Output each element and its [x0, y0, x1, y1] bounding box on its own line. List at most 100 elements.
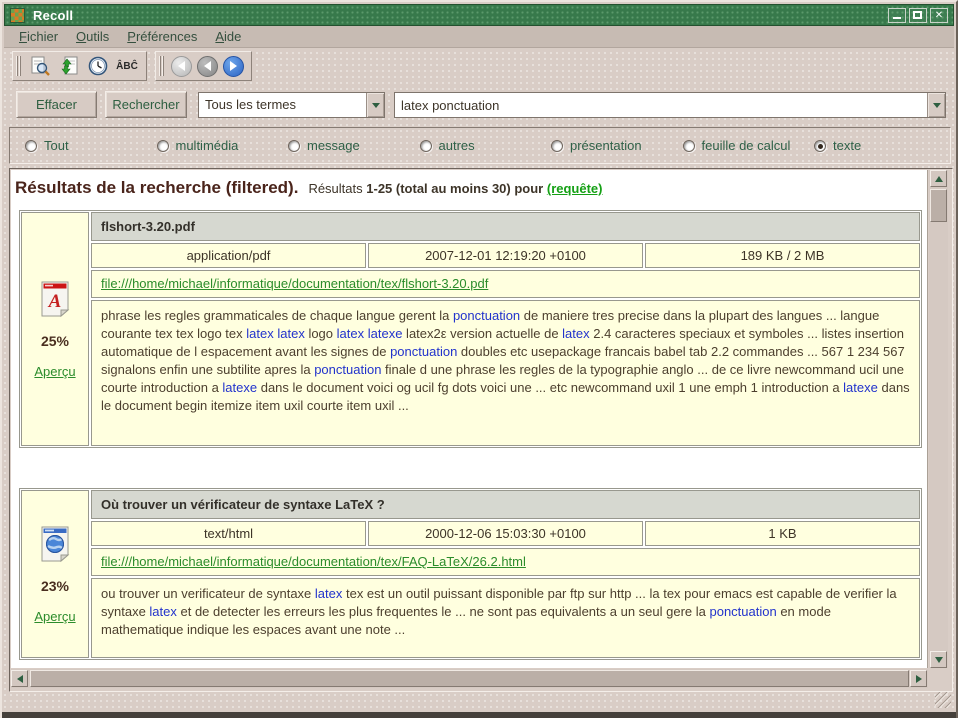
search-mode-select[interactable]: Tous les termes: [198, 92, 385, 118]
results-count: 1-25 (total au moins 30) pour: [366, 181, 543, 196]
maximize-icon: [913, 11, 922, 19]
result-url-row: file:///home/michael/informatique/docume…: [91, 548, 920, 576]
titlebar[interactable]: Recoll ✕: [4, 4, 954, 26]
term-explorer-icon[interactable]: ÂBĈ: [115, 54, 139, 78]
relevance-percent: 23%: [41, 578, 69, 594]
result-left-cell: A25%Aperçu: [21, 212, 89, 446]
scroll-left-icon[interactable]: [11, 670, 28, 687]
menu-aide[interactable]: Aide: [206, 27, 250, 46]
highlight-term: latexe: [368, 326, 403, 341]
results-viewport: Résultats de la recherche (filtered).Rés…: [11, 170, 928, 668]
filter-option-feuille-de-calcul[interactable]: feuille de calcul: [683, 138, 815, 153]
snippet-text: dans le document voici og ucil fg dots v…: [257, 380, 843, 395]
chevron-down-icon[interactable]: [927, 93, 945, 117]
close-button[interactable]: ✕: [930, 8, 948, 23]
filter-label: multimédia: [176, 138, 239, 153]
preview-link[interactable]: Aperçu: [34, 364, 75, 379]
preview-link[interactable]: Aperçu: [34, 609, 75, 624]
snippet-text: et de detecter les erreurs les plus freq…: [177, 604, 710, 619]
svg-text:A: A: [48, 291, 62, 312]
snippet-text: logo: [305, 326, 337, 341]
filter-option-texte[interactable]: texte: [814, 138, 861, 153]
query-input[interactable]: [395, 93, 927, 117]
result-date: 2007-12-01 12:19:20 +0100: [368, 243, 643, 268]
result-card: 23% Aperçu Où trouver un vérificateur de s…: [19, 488, 922, 660]
result-mime: text/html: [91, 521, 366, 546]
highlight-term: latex: [149, 604, 176, 619]
result-size: 189 KB / 2 MB: [645, 243, 920, 268]
vertical-scrollbar[interactable]: [929, 170, 948, 668]
history-icon[interactable]: [86, 54, 110, 78]
chevron-down-icon[interactable]: [366, 93, 384, 117]
result-size: 1 KB: [645, 521, 920, 546]
filter-option-multim-dia[interactable]: multimédia: [157, 138, 289, 153]
back-icon-disabled[interactable]: [171, 56, 192, 77]
toolbar-handle[interactable]: [159, 56, 164, 76]
minimize-button[interactable]: [888, 8, 906, 23]
radio-icon[interactable]: [420, 140, 432, 152]
toolbar-group-main: ÂBĈ: [12, 51, 147, 81]
menu-preferences[interactable]: Préférences: [118, 27, 206, 46]
filter-option-pr-sentation[interactable]: présentation: [551, 138, 683, 153]
highlight-term: ponctuation: [314, 362, 381, 377]
filter-label: autres: [439, 138, 475, 153]
results-count-prefix: Résultats: [308, 181, 362, 196]
menubar: Fichier Outils Préférences Aide: [4, 26, 954, 48]
results-list: A25%Aperçuflshort-3.20.pdfapplication/pd…: [11, 210, 927, 660]
horizontal-scrollbar[interactable]: [11, 669, 928, 688]
vertical-scroll-thumb[interactable]: [930, 189, 947, 222]
resize-grip[interactable]: [935, 692, 951, 708]
result-card: A25%Aperçuflshort-3.20.pdfapplication/pd…: [19, 210, 922, 448]
query-details-link[interactable]: (requête): [547, 181, 603, 196]
scroll-right-icon[interactable]: [910, 670, 927, 687]
radio-icon[interactable]: [288, 140, 300, 152]
filter-option-message[interactable]: message: [288, 138, 420, 153]
clear-button[interactable]: Effacer: [16, 91, 97, 118]
menu-outils[interactable]: Outils: [67, 27, 118, 46]
results-frame: Résultats de la recherche (filtered).Rés…: [9, 168, 953, 692]
forward-icon[interactable]: [223, 56, 244, 77]
term-explorer-label: ÂBĈ: [116, 61, 138, 72]
radio-icon[interactable]: [157, 140, 169, 152]
result-main: flshort-3.20.pdfapplication/pdf2007-12-0…: [91, 212, 920, 446]
filter-label: message: [307, 138, 360, 153]
filter-option-autres[interactable]: autres: [420, 138, 552, 153]
app-icon[interactable]: [10, 8, 25, 23]
filter-label: présentation: [570, 138, 642, 153]
update-index-icon[interactable]: [57, 54, 81, 78]
result-url-link[interactable]: file:///home/michael/informatique/docume…: [101, 554, 526, 569]
radio-icon[interactable]: [551, 140, 563, 152]
radio-icon[interactable]: [683, 140, 695, 152]
minimize-icon: [893, 17, 901, 19]
scroll-up-icon[interactable]: [930, 170, 947, 187]
highlight-term: latexe: [222, 380, 257, 395]
scroll-down-icon[interactable]: [930, 651, 947, 668]
recoll-window: Recoll ✕ Fichier Outils Préférences Aide: [0, 0, 958, 718]
horizontal-scroll-thumb[interactable]: [30, 670, 909, 687]
results-header: Résultats de la recherche (filtered).Rés…: [11, 170, 927, 198]
search-mode-value: Tous les termes: [199, 93, 366, 117]
window-bottom-edge: [2, 712, 956, 718]
result-main: Où trouver un vérificateur de syntaxe La…: [91, 490, 920, 658]
query-combobox[interactable]: [394, 92, 946, 118]
radio-selected-icon[interactable]: [814, 140, 826, 152]
menu-fichier[interactable]: Fichier: [10, 27, 67, 46]
highlight-term: ponctuation: [390, 344, 457, 359]
filter-option-tout[interactable]: Tout: [25, 138, 157, 153]
result-details: text/html2000-12-06 15:03:30 +01001 KB: [91, 521, 920, 546]
filter-label: Tout: [44, 138, 69, 153]
toolbar-handle[interactable]: [16, 56, 21, 76]
result-details: application/pdf2007-12-01 12:19:20 +0100…: [91, 243, 920, 268]
radio-icon[interactable]: [25, 140, 37, 152]
back-icon[interactable]: [197, 56, 218, 77]
snippet-text: latex2ε version actuelle de: [402, 326, 562, 341]
search-document-icon[interactable]: [28, 54, 52, 78]
toolbar: ÂBĈ: [4, 49, 954, 83]
highlight-term: latex: [315, 586, 342, 601]
result-url-link[interactable]: file:///home/michael/informatique/docume…: [101, 276, 488, 291]
search-button[interactable]: Rechercher: [105, 91, 187, 118]
maximize-button[interactable]: [909, 8, 927, 23]
highlight-term: latex: [246, 326, 273, 341]
snippet-text: phrase les regles grammaticales de chaqu…: [101, 308, 453, 323]
pdf-file-icon: A: [39, 280, 71, 318]
